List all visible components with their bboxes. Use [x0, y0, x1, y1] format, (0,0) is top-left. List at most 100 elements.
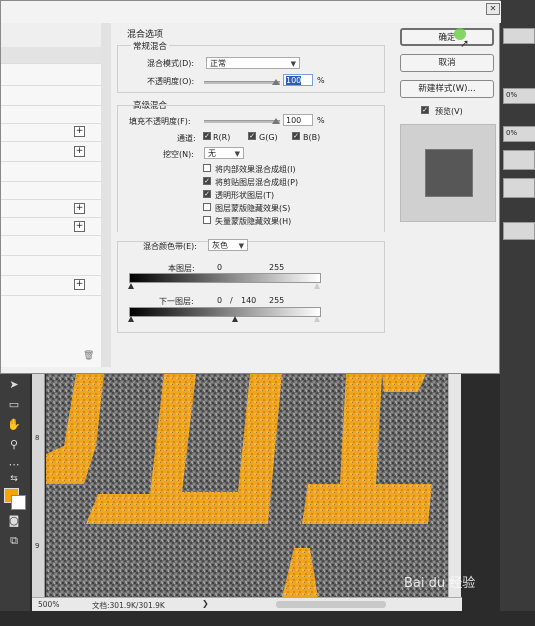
underlying-max: 255 [269, 296, 285, 305]
opacity-slider[interactable] [204, 81, 280, 84]
panel-toggle[interactable] [503, 28, 535, 44]
list-item[interactable] [1, 23, 101, 48]
underlying-split-slider[interactable] [232, 316, 238, 322]
opacity-label: 不透明度(O): [147, 77, 195, 86]
knockout-value: 无 [208, 149, 216, 158]
blend-if-select[interactable]: 灰色 ▼ [208, 239, 248, 251]
fill-opacity-input[interactable]: 100 [283, 114, 313, 126]
channel-r-checkbox[interactable]: ✓ [203, 132, 211, 140]
ruler-mark: 9 [35, 542, 40, 550]
preview-checkbox[interactable]: ✓ [421, 106, 429, 114]
marquee-tool-icon[interactable]: ▭ [6, 398, 22, 412]
opacity-value: 100 [286, 76, 302, 85]
panel-percent-2: 0% [503, 126, 535, 142]
move-tool-icon[interactable]: ➤ [6, 378, 22, 392]
cancel-button[interactable]: 取消 [400, 54, 494, 72]
underlying-label: 下一图层: [159, 297, 194, 306]
ok-button[interactable]: 确定 [400, 28, 494, 46]
document-canvas[interactable] [46, 374, 448, 598]
channel-g-checkbox[interactable]: ✓ [248, 132, 256, 140]
this-layer-min: 0 [217, 263, 223, 272]
list-item[interactable] [1, 235, 101, 256]
hand-tool-icon[interactable]: ✋ [6, 418, 22, 432]
option-checkbox[interactable] [203, 203, 211, 211]
more-tools-icon[interactable]: ⋯ [6, 458, 22, 472]
opacity-unit: % [317, 76, 325, 85]
option-label: 矢量蒙版隐藏效果(H) [215, 217, 292, 226]
list-item[interactable] [1, 63, 101, 86]
close-icon[interactable]: ✕ [486, 3, 500, 15]
background-color[interactable] [11, 495, 26, 510]
cursor-icon: ➚ [460, 37, 470, 50]
ruler-mark: 8 [35, 434, 40, 442]
list-item[interactable] [1, 255, 101, 276]
horizontal-scrollbar[interactable] [276, 601, 386, 608]
bottom-bar [0, 611, 535, 626]
chevron-down-icon: ▼ [238, 242, 244, 250]
this-layer-max: 255 [269, 263, 285, 272]
list-item[interactable] [1, 161, 101, 182]
list-item[interactable] [1, 199, 101, 218]
blend-mode-select[interactable]: 正常 ▼ [206, 57, 300, 69]
lock-icon[interactable] [503, 178, 535, 198]
zoom-level[interactable]: 500% [38, 600, 59, 609]
underlying-black-slider[interactable] [128, 316, 134, 322]
option-checkbox[interactable]: ✓ [203, 190, 211, 198]
this-layer-gradient[interactable] [129, 273, 321, 283]
swap-colors-icon[interactable]: ⇆ [6, 472, 22, 486]
list-item[interactable] [1, 47, 101, 64]
new-style-button[interactable]: 新建样式(W)... [400, 80, 494, 98]
this-layer-black-slider[interactable] [128, 283, 134, 289]
list-item[interactable] [1, 105, 101, 124]
this-layer-white-slider[interactable] [314, 283, 320, 289]
status-bar: 500% 文档:301.9K/301.9K ❯ [32, 597, 462, 612]
blend-mode-label: 混合模式(D): [147, 59, 195, 68]
blend-if-group [117, 241, 385, 333]
channel-r-label: R(R) [213, 133, 231, 142]
chevron-down-icon: ▼ [290, 60, 296, 68]
doc-info: 文档:301.9K/301.9K [92, 601, 165, 610]
option-checkbox[interactable] [203, 164, 211, 172]
status-menu-icon[interactable]: ❯ [202, 599, 209, 608]
add-effect-icon[interactable]: + [74, 221, 85, 232]
option-label: 透明形状图层(T) [215, 191, 275, 200]
channel-b-checkbox[interactable]: ✓ [292, 132, 300, 140]
blend-if-value: 灰色 [212, 241, 228, 250]
list-item[interactable] [1, 217, 101, 236]
channel-b-label: B(B) [303, 133, 321, 142]
list-divider [101, 23, 111, 367]
fill-opacity-value: 100 [286, 116, 302, 125]
watermark-logo: Bai du 经验 [404, 576, 476, 591]
normal-blending-title: 常规混合 [131, 40, 170, 52]
blend-if-label: 混合颜色带(E): [143, 242, 197, 251]
fill-opacity-slider-knob[interactable] [272, 118, 280, 124]
underlying-sep: / [230, 296, 233, 305]
underlying-min: 0 [217, 296, 223, 305]
list-item[interactable] [1, 141, 101, 162]
option-checkbox[interactable] [203, 216, 211, 224]
underlying-white-slider[interactable] [314, 316, 320, 322]
section-title: 混合选项 [127, 30, 164, 40]
blend-mode-value: 正常 [210, 59, 226, 68]
opacity-slider-knob[interactable] [272, 79, 280, 85]
add-effect-icon[interactable]: + [74, 146, 85, 157]
screen-mode-icon[interactable]: ⧉ [6, 534, 22, 548]
list-item[interactable] [1, 85, 101, 106]
layer-thumb[interactable] [503, 150, 535, 170]
add-effect-icon[interactable]: + [74, 203, 85, 214]
opacity-input[interactable]: 100 [283, 74, 313, 86]
vertical-scrollbar[interactable] [448, 374, 461, 598]
list-item[interactable] [1, 123, 101, 142]
list-item[interactable] [1, 275, 101, 296]
zoom-tool-icon[interactable]: ⚲ [6, 438, 22, 452]
quick-mask-icon[interactable]: ◙ [6, 514, 22, 528]
fill-opacity-slider[interactable] [204, 120, 280, 123]
underlying-gradient[interactable] [129, 307, 321, 317]
add-effect-icon[interactable]: + [74, 279, 85, 290]
panel-row[interactable] [503, 222, 535, 240]
option-checkbox[interactable]: ✓ [203, 177, 211, 185]
knockout-select[interactable]: 无 ▼ [204, 147, 244, 159]
list-item[interactable] [1, 181, 101, 200]
trash-icon[interactable]: 🗑 [83, 351, 94, 361]
add-effect-icon[interactable]: + [74, 126, 85, 137]
